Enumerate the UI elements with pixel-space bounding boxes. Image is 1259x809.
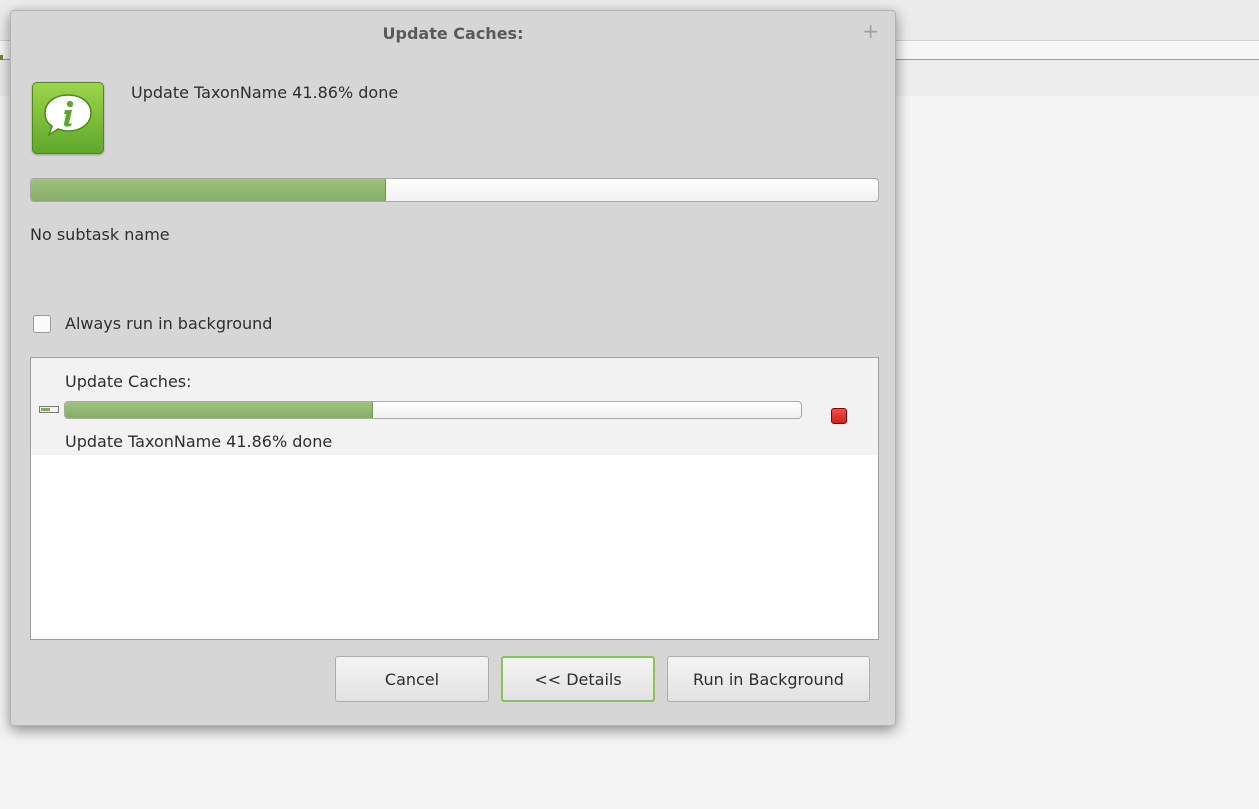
cancel-button[interactable]: Cancel [335, 656, 489, 702]
info-bubble-icon [44, 94, 92, 137]
maximize-icon[interactable]: + [862, 21, 879, 41]
subtask-label: No subtask name [30, 225, 170, 244]
main-progress-bar [30, 178, 879, 202]
always-background-label: Always run in background [65, 314, 273, 333]
job-status: Update TaxonName 41.86% done [65, 432, 333, 451]
always-background-option[interactable]: Always run in background [33, 314, 272, 333]
job-item: Update Caches: Update TaxonName 41.86% d… [31, 358, 878, 455]
job-progress-fill [65, 402, 374, 418]
progress-dialog: Update Caches: + Update TaxonName 41.86%… [10, 10, 896, 726]
dialog-title: Update Caches: [382, 24, 524, 43]
dialog-titlebar[interactable]: Update Caches: + [11, 11, 895, 57]
stop-icon[interactable] [831, 408, 847, 424]
progress-message: Update TaxonName 41.86% done [131, 83, 399, 102]
info-icon [32, 82, 104, 154]
job-progress-bar [64, 401, 802, 419]
details-button[interactable]: << Details [501, 656, 655, 702]
always-background-checkbox[interactable] [33, 314, 51, 333]
run-in-background-button[interactable]: Run in Background [667, 656, 870, 702]
details-panel: Update Caches: Update TaxonName 41.86% d… [30, 357, 879, 640]
main-progress-fill [31, 179, 386, 201]
progress-job-icon [39, 406, 59, 413]
job-title: Update Caches: [65, 372, 192, 391]
